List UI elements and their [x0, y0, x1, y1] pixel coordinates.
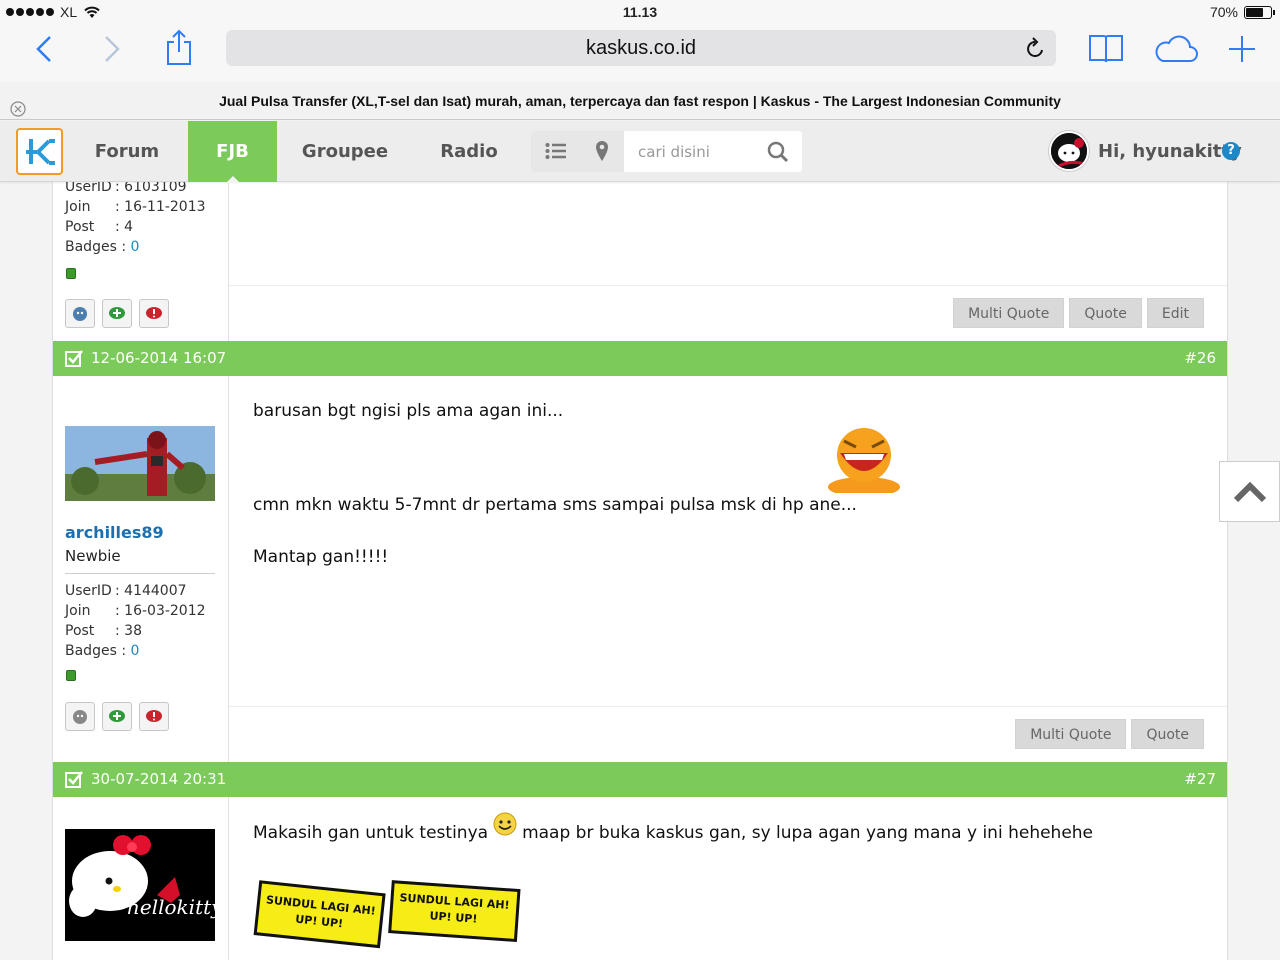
post-number[interactable]: #27 — [1184, 762, 1216, 797]
clock: 11.13 — [622, 4, 658, 20]
user-avatar-image[interactable] — [65, 426, 215, 501]
post-text-line: barusan bgt ngisi pls ama agan ini... — [253, 401, 564, 421]
post-header: 12-06-2014 16:07 #26 — [53, 341, 1227, 376]
address-bar[interactable]: kaskus.co.id — [226, 30, 1056, 66]
search-icon[interactable] — [767, 141, 789, 167]
post-sidebar: UserID: 6103109 Join: 16-11-2013 Post: 4… — [53, 182, 229, 341]
share-icon[interactable] — [165, 28, 193, 70]
edit-button[interactable]: Edit — [1146, 298, 1204, 328]
post-footer: Multi Quote Quote Edit — [229, 285, 1227, 341]
post-count: : 4 — [115, 219, 134, 235]
post-buttons: Multi Quote Quote — [1015, 719, 1204, 749]
username-link[interactable]: archilles89 — [65, 523, 164, 542]
post-27: 30-07-2014 20:31 #27 hellokitty, Makasih — [53, 762, 1227, 960]
divider — [65, 573, 215, 574]
post-count: : 38 — [115, 623, 142, 639]
tab-title-bar: Jual Pulsa Transfer (XL,T-sel dan Isat) … — [0, 82, 1280, 120]
chevron-up-icon — [1233, 481, 1267, 503]
post-footer: Multi Quote Quote — [229, 706, 1227, 762]
profile-icon[interactable] — [65, 299, 95, 328]
online-status-icon — [66, 268, 76, 279]
post-date: 12-06-2014 16:07 — [91, 349, 227, 367]
new-tab-icon[interactable] — [1227, 34, 1257, 68]
post-text-line: cmn mkn waktu 5-7mnt dr pertama sms samp… — [253, 495, 857, 515]
user-info: UserID: 6103109 Join: 16-11-2013 Post: 4… — [65, 182, 206, 257]
battery-percent: 70% — [1209, 4, 1238, 20]
bookmarks-icon[interactable] — [1088, 32, 1124, 68]
userid-value: : 6103109 — [115, 182, 187, 195]
kaskus-navbar: Forum FJB Groupee Radio Hi, hyunakitty ? — [0, 121, 1280, 183]
reload-icon[interactable] — [1024, 36, 1046, 72]
nav-groupee[interactable]: Groupee — [292, 121, 398, 182]
post-date: 30-07-2014 20:31 — [91, 770, 227, 788]
report-icon[interactable] — [139, 299, 169, 328]
report-icon[interactable] — [139, 702, 169, 731]
scroll-to-top-button[interactable] — [1219, 461, 1280, 522]
nav-forum[interactable]: Forum — [78, 121, 176, 182]
list-icon[interactable] — [545, 141, 567, 165]
online-status-icon — [66, 670, 76, 681]
badges-count[interactable]: 0 — [131, 641, 140, 661]
user-avatar-image[interactable]: hellokitty, — [65, 829, 215, 941]
kaskus-logo-icon[interactable] — [16, 128, 63, 175]
multi-quote-button[interactable]: Multi Quote — [1015, 719, 1127, 749]
smile-emoticon-icon — [488, 812, 522, 844]
help-icon[interactable]: ? — [1222, 142, 1240, 160]
tab-title: Jual Pulsa Transfer (XL,T-sel dan Isat) … — [219, 93, 1061, 109]
sundul-sign-image: SUNDUL LAGI AH! UP! UP! SUNDUL LAGI AH! … — [253, 880, 523, 960]
send-message-icon[interactable] — [102, 702, 132, 731]
post-sidebar: hellokitty, — [53, 797, 229, 960]
checkbox-icon — [65, 771, 83, 788]
url-text: kaskus.co.id — [585, 37, 697, 59]
search-box — [531, 131, 802, 172]
post-text-line: maap br buka kaskus gan, sy lupa agan ya… — [522, 823, 1094, 843]
search-input[interactable] — [624, 131, 764, 172]
user-greeting[interactable]: Hi, hyunakitty — [1098, 121, 1242, 182]
avatar-text: hellokitty, — [127, 895, 215, 919]
user-actions — [65, 702, 169, 731]
user-rank: Newbie — [65, 547, 121, 565]
multi-quote-button[interactable]: Multi Quote — [953, 298, 1065, 328]
join-value: : 16-03-2012 — [115, 603, 206, 619]
post-content: Makasih gan untuk testinya maap br buka … — [253, 812, 1094, 844]
post-25: UserID: 6103109 Join: 16-11-2013 Post: 4… — [53, 182, 1227, 341]
userid-value: : 4144007 — [115, 583, 187, 599]
forward-icon[interactable] — [102, 34, 122, 68]
post-text-line: Mantap gan!!!!! — [253, 547, 389, 567]
post-buttons: Multi Quote Quote Edit — [953, 298, 1204, 328]
user-avatar[interactable] — [1049, 131, 1089, 171]
profile-icon[interactable] — [65, 702, 95, 731]
quote-button[interactable]: Quote — [1069, 298, 1142, 328]
send-message-icon[interactable] — [102, 299, 132, 328]
badges-count[interactable]: 0 — [131, 237, 140, 257]
battery-icon — [1244, 5, 1275, 19]
join-value: : 16-11-2013 — [115, 199, 206, 215]
post-26: 12-06-2014 16:07 #26 archilles89 Newbie … — [53, 341, 1227, 762]
post-number[interactable]: #26 — [1184, 341, 1216, 376]
cloud-tabs-icon[interactable] — [1153, 34, 1199, 68]
checkbox-icon — [65, 350, 83, 367]
quote-button[interactable]: Quote — [1131, 719, 1204, 749]
user-actions — [65, 299, 169, 328]
status-bar: XL 11.13 70% — [0, 0, 1280, 26]
post-content: cmn mkn waktu 5-7mnt dr pertama sms samp… — [253, 495, 857, 515]
post-content: barusan bgt ngisi pls ama agan ini... — [253, 401, 563, 421]
location-pin-icon[interactable] — [595, 140, 609, 166]
nav-radio[interactable]: Radio — [428, 121, 510, 182]
post-sidebar: archilles89 Newbie UserID: 4144007 Join:… — [53, 376, 229, 762]
user-info: UserID: 4144007 Join: 16-03-2012 Post: 3… — [65, 583, 206, 661]
browser-toolbar: kaskus.co.id — [0, 26, 1280, 82]
back-icon[interactable] — [34, 34, 54, 68]
thread-container: UserID: 6103109 Join: 16-11-2013 Post: 4… — [52, 182, 1228, 960]
nav-fjb[interactable]: FJB — [188, 121, 277, 183]
laughing-emoticon-icon — [828, 427, 904, 497]
post-text-line: Makasih gan untuk testinya — [253, 823, 489, 843]
post-content: Mantap gan!!!!! — [253, 547, 388, 567]
post-header: 30-07-2014 20:31 #27 — [53, 762, 1227, 797]
